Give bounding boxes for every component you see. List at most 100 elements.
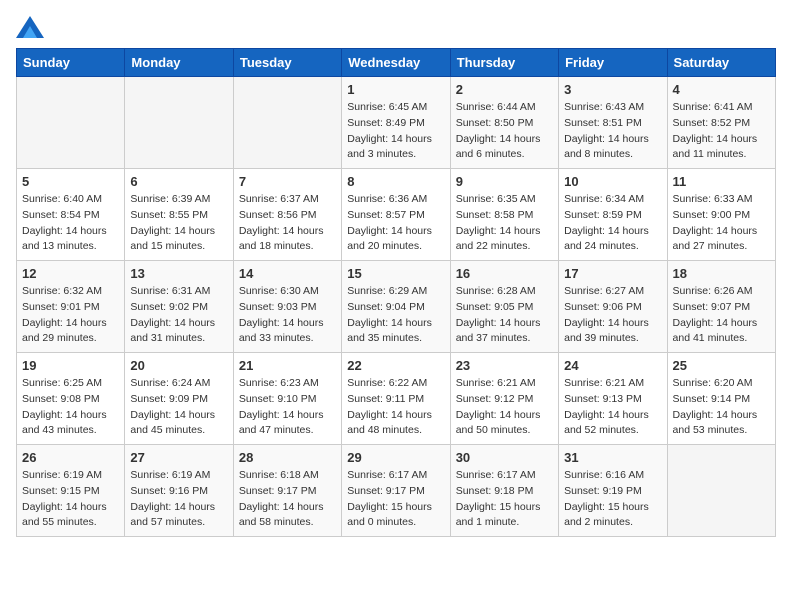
day-info: Sunrise: 6:40 AMSunset: 8:54 PMDaylight:… xyxy=(22,192,119,255)
calendar-cell: 6 Sunrise: 6:39 AMSunset: 8:55 PMDaylight… xyxy=(125,169,233,261)
calendar-cell: 11 Sunrise: 6:33 AMSunset: 9:00 PMDayligh… xyxy=(667,169,775,261)
calendar-cell: 16 Sunrise: 6:28 AMSunset: 9:05 PMDayligh… xyxy=(450,261,558,353)
calendar-cell: 31 Sunrise: 6:16 AMSunset: 9:19 PMDayligh… xyxy=(559,445,667,537)
day-number: 19 xyxy=(22,358,119,373)
day-number: 6 xyxy=(130,174,227,189)
calendar-cell: 29Sunrise: 6:17 AMSunset: 9:17 PMDayligh… xyxy=(342,445,450,537)
calendar-cell: 10Sunrise: 6:34 AMSunset: 8:59 PMDayligh… xyxy=(559,169,667,261)
calendar-cell: 17 Sunrise: 6:27 AMSunset: 9:06 PMDayligh… xyxy=(559,261,667,353)
day-info: Sunrise: 6:43 AMSunset: 8:51 PMDaylight:… xyxy=(564,100,661,163)
calendar-cell: 23 Sunrise: 6:21 AMSunset: 9:12 PMDayligh… xyxy=(450,353,558,445)
day-info: Sunrise: 6:19 AMSunset: 9:16 PMDaylight:… xyxy=(130,468,227,531)
calendar-cell: 20 Sunrise: 6:24 AMSunset: 9:09 PMDayligh… xyxy=(125,353,233,445)
day-number: 23 xyxy=(456,358,553,373)
calendar-cell: 9 Sunrise: 6:35 AMSunset: 8:58 PMDaylight… xyxy=(450,169,558,261)
calendar-cell: 19 Sunrise: 6:25 AMSunset: 9:08 PMDayligh… xyxy=(17,353,125,445)
day-number: 18 xyxy=(673,266,770,281)
day-info: Sunrise: 6:36 AMSunset: 8:57 PMDaylight:… xyxy=(347,192,444,255)
col-header-saturday: Saturday xyxy=(667,49,775,77)
day-number: 16 xyxy=(456,266,553,281)
day-number: 9 xyxy=(456,174,553,189)
day-info: Sunrise: 6:17 AMSunset: 9:17 PMDaylight:… xyxy=(347,468,444,531)
calendar-cell: 4 Sunrise: 6:41 AMSunset: 8:52 PMDaylight… xyxy=(667,77,775,169)
day-info: Sunrise: 6:33 AMSunset: 9:00 PMDaylight:… xyxy=(673,192,770,255)
day-number: 8 xyxy=(347,174,444,189)
day-number: 21 xyxy=(239,358,336,373)
calendar-cell: 22 Sunrise: 6:22 AMSunset: 9:11 PMDayligh… xyxy=(342,353,450,445)
day-number: 4 xyxy=(673,82,770,97)
calendar-header: SundayMondayTuesdayWednesdayThursdayFrid… xyxy=(17,49,776,77)
calendar-cell: 3 Sunrise: 6:43 AMSunset: 8:51 PMDaylight… xyxy=(559,77,667,169)
calendar-week-5: 26Sunrise: 6:19 AMSunset: 9:15 PMDayligh… xyxy=(17,445,776,537)
day-info: Sunrise: 6:21 AMSunset: 9:12 PMDaylight:… xyxy=(456,376,553,439)
day-number: 14 xyxy=(239,266,336,281)
day-number: 2 xyxy=(456,82,553,97)
day-info: Sunrise: 6:26 AMSunset: 9:07 PMDaylight:… xyxy=(673,284,770,347)
day-number: 20 xyxy=(130,358,227,373)
calendar-cell: 18 Sunrise: 6:26 AMSunset: 9:07 PMDayligh… xyxy=(667,261,775,353)
calendar-week-2: 5 Sunrise: 6:40 AMSunset: 8:54 PMDaylight… xyxy=(17,169,776,261)
day-info: Sunrise: 6:37 AMSunset: 8:56 PMDaylight:… xyxy=(239,192,336,255)
calendar-table: SundayMondayTuesdayWednesdayThursdayFrid… xyxy=(16,48,776,537)
day-number: 1 xyxy=(347,82,444,97)
calendar-cell xyxy=(667,445,775,537)
day-info: Sunrise: 6:35 AMSunset: 8:58 PMDaylight:… xyxy=(456,192,553,255)
calendar-cell: 14 Sunrise: 6:30 AMSunset: 9:03 PMDayligh… xyxy=(233,261,341,353)
calendar-cell xyxy=(125,77,233,169)
col-header-friday: Friday xyxy=(559,49,667,77)
day-number: 31 xyxy=(564,450,661,465)
calendar-week-4: 19 Sunrise: 6:25 AMSunset: 9:08 PMDayligh… xyxy=(17,353,776,445)
calendar-cell: 8 Sunrise: 6:36 AMSunset: 8:57 PMDaylight… xyxy=(342,169,450,261)
day-info: Sunrise: 6:20 AMSunset: 9:14 PMDaylight:… xyxy=(673,376,770,439)
day-info: Sunrise: 6:27 AMSunset: 9:06 PMDaylight:… xyxy=(564,284,661,347)
day-info: Sunrise: 6:22 AMSunset: 9:11 PMDaylight:… xyxy=(347,376,444,439)
day-number: 3 xyxy=(564,82,661,97)
day-info: Sunrise: 6:16 AMSunset: 9:19 PMDaylight:… xyxy=(564,468,661,531)
day-info: Sunrise: 6:39 AMSunset: 8:55 PMDaylight:… xyxy=(130,192,227,255)
day-info: Sunrise: 6:30 AMSunset: 9:03 PMDaylight:… xyxy=(239,284,336,347)
calendar-cell: 28Sunrise: 6:18 AMSunset: 9:17 PMDayligh… xyxy=(233,445,341,537)
day-info: Sunrise: 6:28 AMSunset: 9:05 PMDaylight:… xyxy=(456,284,553,347)
calendar-cell: 15 Sunrise: 6:29 AMSunset: 9:04 PMDayligh… xyxy=(342,261,450,353)
calendar-cell: 21 Sunrise: 6:23 AMSunset: 9:10 PMDayligh… xyxy=(233,353,341,445)
col-header-monday: Monday xyxy=(125,49,233,77)
day-number: 10 xyxy=(564,174,661,189)
calendar-cell: 13 Sunrise: 6:31 AMSunset: 9:02 PMDayligh… xyxy=(125,261,233,353)
calendar-cell: 2Sunrise: 6:44 AMSunset: 8:50 PMDaylight… xyxy=(450,77,558,169)
calendar-cell: 12 Sunrise: 6:32 AMSunset: 9:01 PMDayligh… xyxy=(17,261,125,353)
day-info: Sunrise: 6:45 AMSunset: 8:49 PMDaylight:… xyxy=(347,100,444,163)
col-header-thursday: Thursday xyxy=(450,49,558,77)
day-number: 27 xyxy=(130,450,227,465)
day-number: 5 xyxy=(22,174,119,189)
calendar-cell: 26Sunrise: 6:19 AMSunset: 9:15 PMDayligh… xyxy=(17,445,125,537)
page-header xyxy=(16,16,776,38)
day-info: Sunrise: 6:32 AMSunset: 9:01 PMDaylight:… xyxy=(22,284,119,347)
calendar-cell: 1 Sunrise: 6:45 AMSunset: 8:49 PMDaylight… xyxy=(342,77,450,169)
logo-icon xyxy=(16,16,44,38)
day-info: Sunrise: 6:21 AMSunset: 9:13 PMDaylight:… xyxy=(564,376,661,439)
calendar-cell xyxy=(233,77,341,169)
day-number: 12 xyxy=(22,266,119,281)
day-info: Sunrise: 6:23 AMSunset: 9:10 PMDaylight:… xyxy=(239,376,336,439)
day-number: 13 xyxy=(130,266,227,281)
calendar-cell: 5 Sunrise: 6:40 AMSunset: 8:54 PMDaylight… xyxy=(17,169,125,261)
day-info: Sunrise: 6:19 AMSunset: 9:15 PMDaylight:… xyxy=(22,468,119,531)
day-number: 17 xyxy=(564,266,661,281)
calendar-cell xyxy=(17,77,125,169)
day-number: 7 xyxy=(239,174,336,189)
calendar-cell: 27 Sunrise: 6:19 AMSunset: 9:16 PMDayligh… xyxy=(125,445,233,537)
day-info: Sunrise: 6:31 AMSunset: 9:02 PMDaylight:… xyxy=(130,284,227,347)
day-number: 22 xyxy=(347,358,444,373)
calendar-week-1: 1 Sunrise: 6:45 AMSunset: 8:49 PMDaylight… xyxy=(17,77,776,169)
day-number: 15 xyxy=(347,266,444,281)
day-info: Sunrise: 6:29 AMSunset: 9:04 PMDaylight:… xyxy=(347,284,444,347)
day-info: Sunrise: 6:41 AMSunset: 8:52 PMDaylight:… xyxy=(673,100,770,163)
day-info: Sunrise: 6:17 AMSunset: 9:18 PMDaylight:… xyxy=(456,468,553,531)
calendar-cell: 7 Sunrise: 6:37 AMSunset: 8:56 PMDaylight… xyxy=(233,169,341,261)
calendar-cell: 24Sunrise: 6:21 AMSunset: 9:13 PMDayligh… xyxy=(559,353,667,445)
day-info: Sunrise: 6:18 AMSunset: 9:17 PMDaylight:… xyxy=(239,468,336,531)
day-info: Sunrise: 6:24 AMSunset: 9:09 PMDaylight:… xyxy=(130,376,227,439)
day-info: Sunrise: 6:25 AMSunset: 9:08 PMDaylight:… xyxy=(22,376,119,439)
day-number: 11 xyxy=(673,174,770,189)
calendar-cell: 30Sunrise: 6:17 AMSunset: 9:18 PMDayligh… xyxy=(450,445,558,537)
